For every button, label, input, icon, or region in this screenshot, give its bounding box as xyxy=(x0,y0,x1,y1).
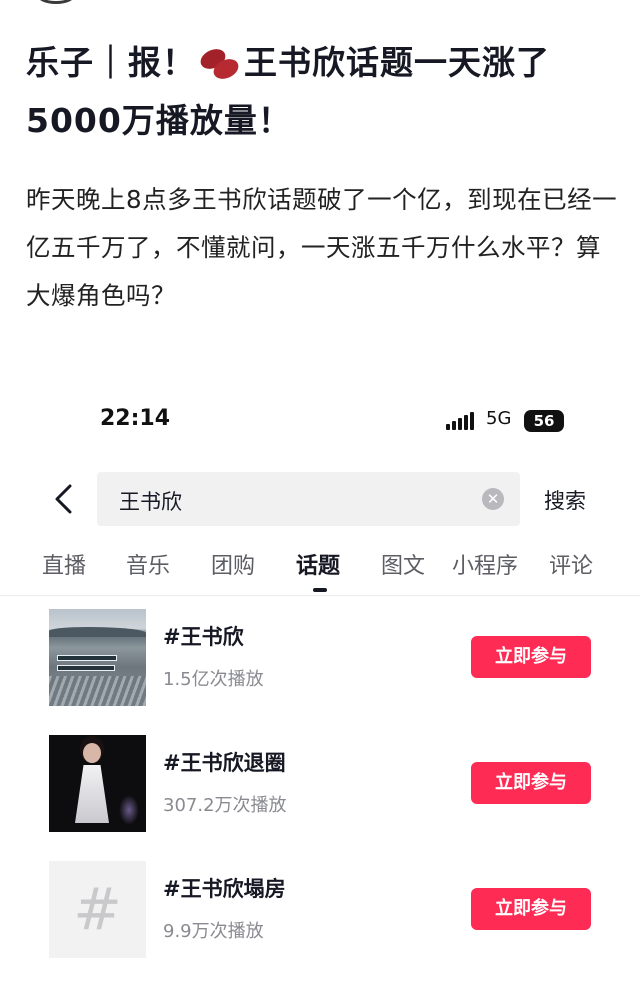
divider xyxy=(0,595,640,596)
search-tabs: 直播 音乐 团购 话题 图文 小程序 评论 xyxy=(0,548,640,592)
topic-title: #王书欣退圈 xyxy=(163,751,286,775)
topic-play-count: 307.2万次播放 xyxy=(163,795,287,816)
clear-icon[interactable]: ✕ xyxy=(482,488,504,510)
search-button[interactable]: 搜索 xyxy=(544,485,586,515)
join-button[interactable]: 立即参与 xyxy=(471,888,591,930)
topic-row[interactable]: #王书欣退圈 307.2万次播放 立即参与 xyxy=(0,735,640,835)
topic-row[interactable]: # #王书欣塌房 9.9万次播放 立即参与 xyxy=(0,861,640,961)
tab-music[interactable]: 音乐 xyxy=(126,548,170,580)
topic-row[interactable]: #王书欣 1.5亿次播放 立即参与 xyxy=(0,609,640,709)
status-bar: 22:14 5G 56 xyxy=(0,400,640,444)
battery-icon: 56 xyxy=(524,410,564,432)
back-icon[interactable] xyxy=(52,484,76,514)
tab-group-buy[interactable]: 团购 xyxy=(211,548,255,580)
active-tab-indicator xyxy=(313,588,327,592)
join-button[interactable]: 立即参与 xyxy=(471,762,591,804)
tab-mini-programs[interactable]: 小程序 xyxy=(452,548,518,580)
network-type: 5G xyxy=(486,408,512,429)
search-bar: 王书欣 ✕ 搜索 xyxy=(0,470,640,528)
post-title: 乐子｜报！ 王书欣话题一天涨了5000万播放量！ xyxy=(26,34,616,150)
red-bean-icon xyxy=(197,45,242,83)
tab-live[interactable]: 直播 xyxy=(42,548,86,580)
topic-title: #王书欣 xyxy=(163,625,244,649)
signal-icon xyxy=(446,412,478,430)
topic-play-count: 9.9万次播放 xyxy=(163,921,264,942)
tab-comments[interactable]: 评论 xyxy=(549,548,593,580)
tab-posts[interactable]: 图文 xyxy=(381,548,425,580)
post-title-lead: 乐子｜报！ xyxy=(26,43,196,82)
join-button[interactable]: 立即参与 xyxy=(471,636,591,678)
avatar-edge xyxy=(36,0,76,4)
post-body: 昨天晚上8点多王书欣话题破了一个亿，到现在已经一亿五千万了，不懂就问，一天涨五千… xyxy=(26,185,618,310)
hash-icon: # xyxy=(49,861,146,958)
tab-topics[interactable]: 话题 xyxy=(296,548,340,580)
topic-thumbnail xyxy=(49,735,146,832)
topic-title: #王书欣塌房 xyxy=(163,877,286,901)
topic-thumbnail xyxy=(49,609,146,706)
search-query: 王书欣 xyxy=(119,490,182,514)
status-time: 22:14 xyxy=(100,406,171,431)
search-input[interactable]: 王书欣 ✕ xyxy=(97,472,520,526)
topic-play-count: 1.5亿次播放 xyxy=(163,669,264,690)
